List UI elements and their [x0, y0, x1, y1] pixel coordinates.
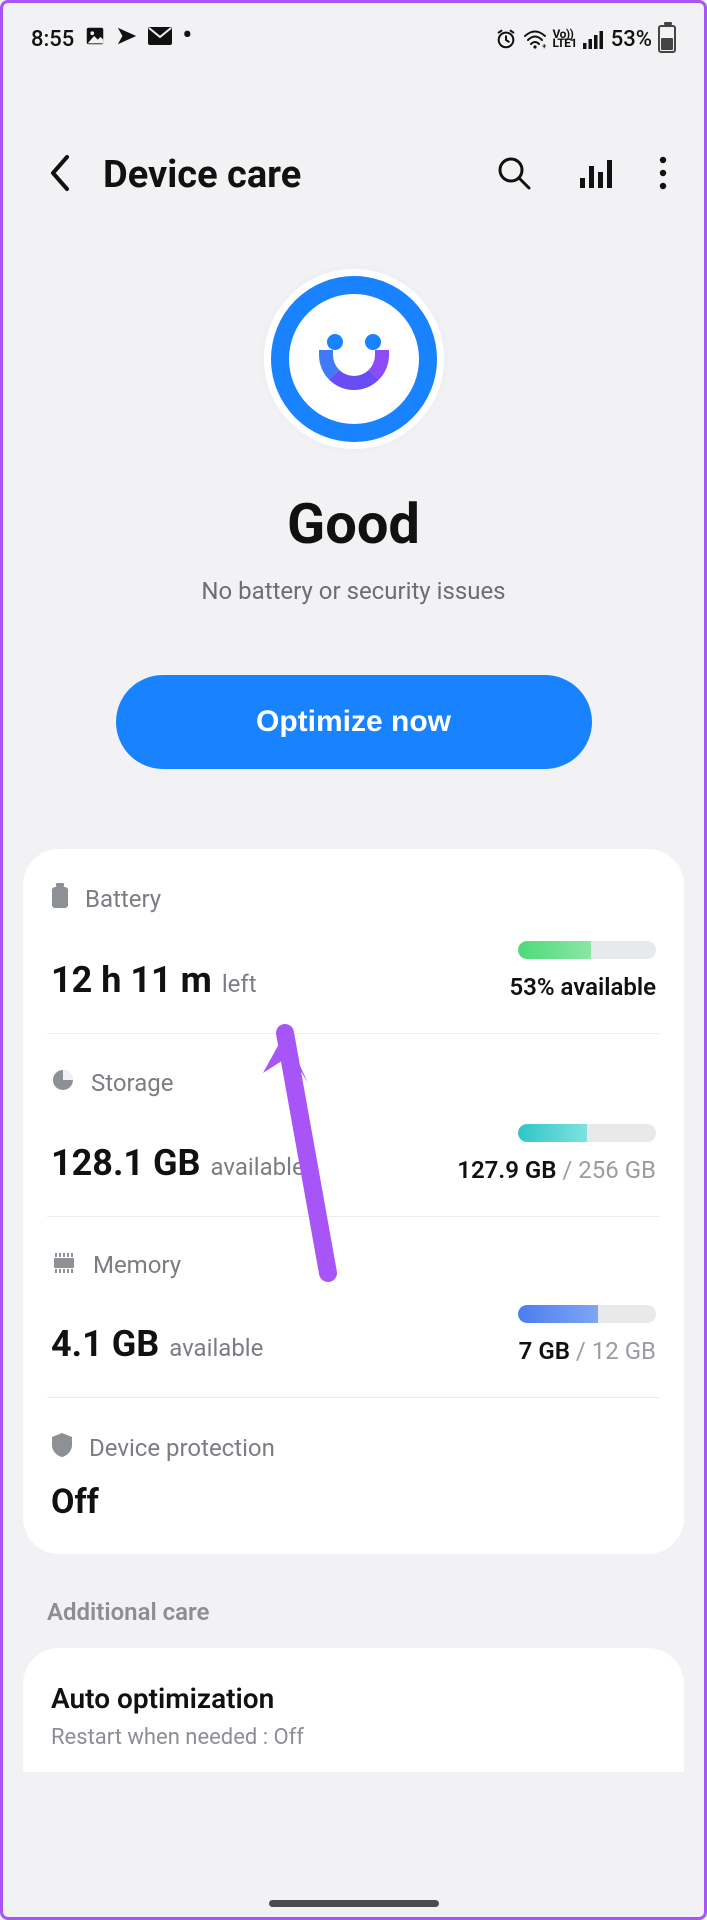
shield-icon	[51, 1432, 73, 1464]
battery-row[interactable]: Battery 12 h 11 m left 53% available	[47, 849, 660, 1034]
storage-label: Storage	[91, 1069, 173, 1097]
memory-suffix: available	[169, 1334, 263, 1362]
navigation-handle[interactable]	[269, 1900, 439, 1907]
search-button[interactable]	[496, 155, 532, 195]
storage-row-icon	[51, 1068, 75, 1098]
storage-bar	[518, 1124, 656, 1142]
status-face-icon	[264, 269, 444, 449]
wifi-icon: +	[523, 29, 547, 49]
metrics-card: Battery 12 h 11 m left 53% available Sto…	[23, 849, 684, 1554]
memory-bar-fill	[518, 1305, 598, 1323]
status-title: Good	[33, 491, 674, 557]
more-options-button[interactable]	[658, 155, 668, 195]
storage-suffix: available	[211, 1153, 305, 1181]
storage-bar-fill	[518, 1124, 587, 1142]
signal-icon	[583, 29, 605, 49]
battery-available-text: 53% available	[509, 973, 656, 1001]
svg-text:+: +	[542, 42, 547, 49]
device-protection-row[interactable]: Device protection Off	[47, 1398, 660, 1554]
battery-icon	[658, 25, 676, 53]
memory-bar	[518, 1305, 656, 1323]
status-bar: 8:55 • + Vo))LTE1 53%	[3, 3, 704, 63]
send-icon	[116, 25, 138, 53]
auto-optimization-subtitle: Restart when needed : Off	[51, 1725, 656, 1750]
back-button[interactable]	[47, 153, 75, 197]
battery-label: Battery	[85, 885, 161, 913]
clock-time: 8:55	[31, 27, 74, 52]
battery-bar	[518, 941, 656, 959]
picture-icon	[84, 25, 106, 53]
app-header: Device care	[3, 63, 704, 197]
auto-optimization-title: Auto optimization	[51, 1682, 656, 1715]
network-label: Vo))LTE1	[553, 30, 577, 48]
battery-row-icon	[51, 883, 69, 915]
memory-row[interactable]: Memory 4.1 GB available 7 GB / 12 GB	[47, 1217, 660, 1398]
storage-total: 256 GB	[578, 1156, 656, 1184]
chart-button[interactable]	[578, 156, 612, 194]
optimize-now-button[interactable]: Optimize now	[116, 675, 592, 769]
battery-percent: 53%	[611, 27, 652, 52]
page-title: Device care	[103, 153, 468, 197]
memory-used: 7 GB	[519, 1337, 570, 1365]
device-protection-label: Device protection	[89, 1434, 275, 1462]
status-subtitle: No battery or security issues	[33, 577, 674, 605]
auto-optimization-row[interactable]: Auto optimization Restart when needed : …	[23, 1648, 684, 1772]
storage-used: 127.9 GB	[457, 1156, 556, 1184]
memory-value: 4.1 GB	[51, 1323, 159, 1365]
battery-time-suffix: left	[222, 970, 257, 998]
storage-row[interactable]: Storage 128.1 GB available 127.9 GB / 25…	[47, 1034, 660, 1217]
battery-bar-fill	[518, 941, 591, 959]
device-protection-value: Off	[51, 1482, 99, 1522]
memory-total: 12 GB	[592, 1337, 656, 1365]
mail-icon	[148, 26, 172, 52]
hero-section: Good No battery or security issues Optim…	[3, 197, 704, 769]
additional-care-label: Additional care	[47, 1598, 704, 1626]
alarm-icon	[495, 28, 517, 50]
memory-label: Memory	[93, 1251, 181, 1279]
memory-row-icon	[51, 1251, 77, 1279]
battery-time-value: 12 h 11 m	[51, 959, 212, 1001]
storage-value: 128.1 GB	[51, 1142, 201, 1184]
